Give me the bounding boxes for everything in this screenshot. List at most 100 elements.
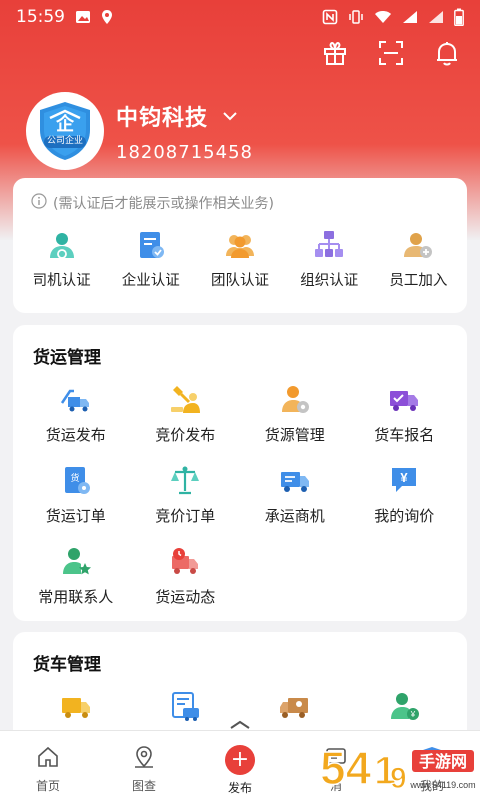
section-title: 货运管理 (33, 348, 101, 368)
bid-publish-icon (168, 382, 202, 416)
company-profile[interactable]: 企 中钧科技 18208715458 (26, 92, 253, 170)
certification-row: 司机认证 企业认证 团队认证 组织认证 员工加入 (13, 213, 467, 290)
org-chart-icon (311, 227, 347, 263)
tab-map-search[interactable]: 图查 (96, 731, 192, 800)
cert-label: 团队认证 (211, 273, 269, 289)
tab-label: 图查 (131, 779, 156, 793)
svg-text:手游网: 手游网 (419, 752, 467, 771)
scale-icon (168, 463, 202, 497)
signal-icon (428, 10, 444, 24)
image-icon (75, 10, 91, 24)
top-actions (320, 38, 462, 68)
freight-order-item[interactable]: 货 货运订单 (21, 463, 131, 526)
svg-text:¥: ¥ (410, 710, 416, 719)
freight-management-card: 货运管理 货运发布 竞价发布 货源管理 货车报名 货 货运订单 竞价订单 承运商… (13, 325, 467, 621)
team-cert-item[interactable]: 团队认证 (195, 227, 284, 290)
freight-item-label: 货运动态 (155, 588, 216, 606)
contact-star-icon (59, 544, 93, 578)
wifi-icon (374, 10, 392, 24)
my-inquiry-item[interactable]: ¥ 我的询价 (350, 463, 460, 526)
home-icon (36, 745, 60, 773)
svg-text:9: 9 (390, 762, 407, 795)
contacts-item[interactable]: 常用联系人 (21, 544, 131, 607)
status-bar: 15:59 (0, 0, 480, 34)
carrier-opportunity-item[interactable]: 承运商机 (240, 463, 350, 526)
truck-person-item[interactable] (240, 689, 350, 723)
company-name: 中钧科技 (116, 105, 209, 131)
truck-item[interactable] (21, 689, 131, 723)
inquiry-icon: ¥ (387, 463, 421, 497)
tab-label: 首页 (35, 779, 60, 793)
cert-label: 企业认证 (121, 273, 180, 289)
truck-signup-icon (387, 382, 421, 416)
driver-manage-item[interactable]: ¥ (350, 689, 460, 723)
employee-add-icon (400, 227, 436, 263)
company-phone: 18208715458 (116, 141, 253, 163)
chevron-up-icon (230, 720, 250, 729)
signal-icon (402, 10, 418, 24)
org-cert-item[interactable]: 组织认证 (285, 227, 374, 290)
bid-order-item[interactable]: 竞价订单 (131, 463, 241, 526)
map-pin-icon (132, 745, 156, 773)
certification-hint-text: (需认证后才能展示或操作相关业务) (53, 196, 274, 212)
freight-order-icon: 货 (59, 463, 93, 497)
vibrate-icon (348, 9, 364, 25)
freight-item-label: 货车报名 (374, 426, 435, 444)
publish-plus-icon: + (225, 745, 255, 775)
freight-item-label: 竞价订单 (155, 507, 216, 525)
tab-label: 发布 (227, 781, 252, 795)
chevron-down-icon[interactable] (222, 106, 238, 125)
freight-item-label: 竞价发布 (155, 426, 216, 444)
truck-schedule-item[interactable] (131, 689, 241, 723)
freight-publish-item[interactable]: 货运发布 (21, 382, 131, 445)
carrier-truck-icon (278, 463, 312, 497)
employee-join-item[interactable]: 员工加入 (374, 227, 463, 290)
driver-cert-item[interactable]: 司机认证 (17, 227, 106, 290)
nfc-icon (322, 9, 338, 25)
cert-label: 组织认证 (300, 273, 359, 289)
truck-person-icon (278, 689, 312, 723)
truck-grid: ¥ (13, 675, 467, 723)
gift-icon[interactable] (320, 38, 350, 68)
truck-icon (59, 689, 93, 723)
location-icon (101, 9, 113, 25)
freight-item-label: 货源管理 (264, 426, 325, 444)
freight-status-icon (168, 544, 202, 578)
cert-label: 司机认证 (32, 273, 91, 289)
freight-item-label: 常用联系人 (38, 588, 114, 606)
cargo-manage-item[interactable]: 货源管理 (240, 382, 350, 445)
truck-signup-item[interactable]: 货车报名 (350, 382, 460, 445)
svg-text:货: 货 (70, 472, 79, 483)
section-title: 货车管理 (33, 655, 101, 675)
freight-item-label: 货运订单 (45, 507, 106, 525)
svg-text:¥: ¥ (401, 470, 409, 485)
tab-home[interactable]: 首页 (0, 731, 96, 800)
bell-icon[interactable] (432, 38, 462, 68)
freight-grid: 货运发布 竞价发布 货源管理 货车报名 货 货运订单 竞价订单 承运商机 ¥ 我… (13, 368, 467, 607)
info-icon (31, 193, 47, 213)
team-icon (222, 227, 258, 263)
svg-text:www.54119.com: www.54119.com (409, 780, 475, 790)
svg-text:54: 54 (320, 742, 372, 794)
bid-publish-item[interactable]: 竞价发布 (131, 382, 241, 445)
certification-card: (需认证后才能展示或操作相关业务) 司机认证 企业认证 团队认证 组织认证 员工… (13, 178, 467, 313)
battery-icon (454, 8, 464, 26)
freight-item-label: 我的询价 (374, 507, 435, 525)
freight-item-label: 货运发布 (45, 426, 106, 444)
cargo-manage-icon (278, 382, 312, 416)
freight-status-item[interactable]: 货运动态 (131, 544, 241, 607)
certification-hint: (需认证后才能展示或操作相关业务) (13, 178, 467, 213)
truck-send-icon (59, 382, 93, 416)
tab-publish[interactable]: + 发布 (192, 731, 288, 800)
scan-icon[interactable] (376, 38, 406, 68)
truck-schedule-icon (168, 689, 202, 723)
driver-icon (44, 227, 80, 263)
enterprise-doc-icon (133, 227, 169, 263)
avatar[interactable]: 企 (26, 92, 104, 170)
svg-text:企: 企 (55, 113, 75, 134)
freight-item-label: 承运商机 (264, 507, 325, 525)
cert-label: 员工加入 (389, 273, 448, 289)
enterprise-cert-item[interactable]: 企业认证 (106, 227, 195, 290)
avatar-badge-label: 公司企业 (46, 135, 83, 145)
site-watermark: 54 1 9 手游网 www.54119.com (316, 736, 476, 798)
